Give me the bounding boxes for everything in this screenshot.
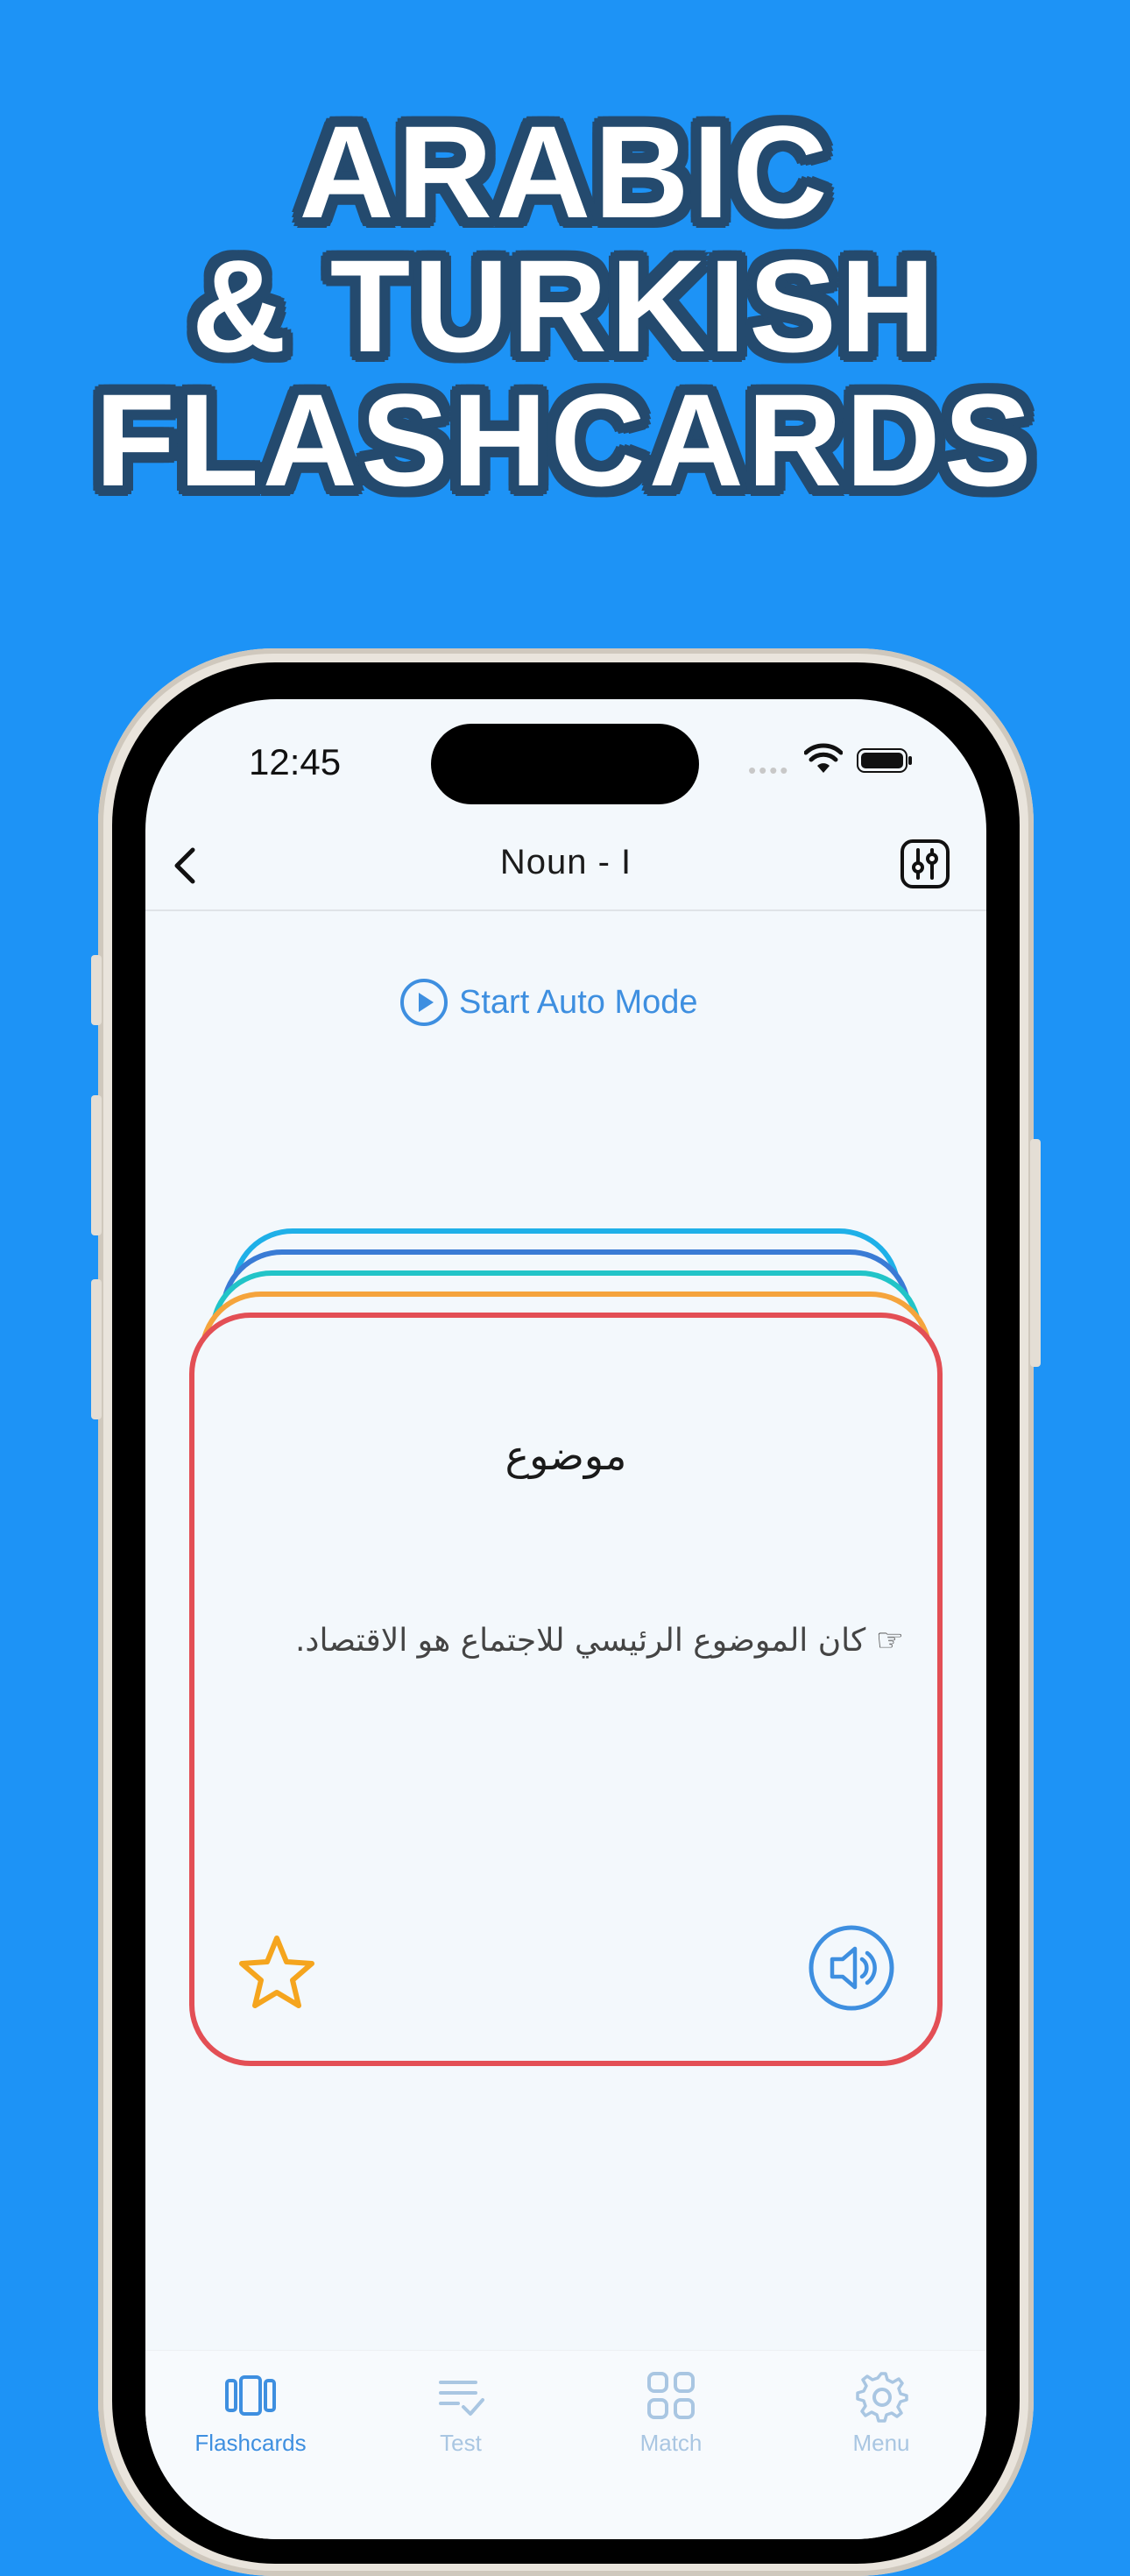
nav-bar: Noun - I bbox=[145, 822, 986, 911]
speaker-icon[interactable] bbox=[808, 1924, 895, 2012]
cards-icon bbox=[225, 2375, 276, 2416]
headline-line-3: FLASHCARDS bbox=[95, 366, 1035, 513]
phone-volume-down bbox=[91, 1279, 102, 1419]
tab-match[interactable]: Match bbox=[566, 2368, 776, 2457]
star-icon[interactable] bbox=[235, 1931, 319, 2015]
sliders-icon[interactable] bbox=[899, 838, 951, 890]
headline-line-1: ARABIC bbox=[299, 98, 831, 245]
gear-icon bbox=[856, 2372, 908, 2423]
signal-icon: •••• bbox=[748, 757, 791, 783]
page-title: Noun - I bbox=[499, 843, 632, 881]
wifi-icon bbox=[804, 743, 843, 773]
phone-power-button bbox=[1030, 1139, 1041, 1367]
start-auto-mode-button[interactable]: Start Auto Mode bbox=[399, 976, 698, 1029]
battery-icon bbox=[857, 748, 912, 773]
flashcard[interactable]: موضوع ☞ كان الموضوع الرئيسي للاجتماع هو … bbox=[189, 1313, 943, 2066]
phone-screen: 12:45 •••• Noun - I Start Auto Mode موضو… bbox=[145, 699, 986, 2539]
headline: ARABIC & TURKISH FLASHCARDS bbox=[0, 105, 1130, 507]
play-circle-icon bbox=[400, 979, 448, 1026]
card-word: موضوع bbox=[505, 1432, 627, 1479]
start-auto-mode-label: Start Auto Mode bbox=[459, 983, 698, 1021]
card-example-sentence: ☞ كان الموضوع الرئيسي للاجتماع هو الاقتص… bbox=[294, 1623, 904, 1659]
tab-label-menu: Menu bbox=[852, 2430, 910, 2456]
tab-test[interactable]: Test bbox=[356, 2368, 566, 2457]
status-time: 12:45 bbox=[249, 741, 342, 782]
phone-volume-up bbox=[91, 1095, 102, 1235]
headline-line-2: & TURKISH bbox=[191, 232, 939, 379]
checklist-icon bbox=[439, 2381, 484, 2416]
grid-icon bbox=[647, 2372, 695, 2419]
tab-flashcards[interactable]: Flashcards bbox=[145, 2368, 356, 2457]
tab-label-match: Match bbox=[639, 2430, 703, 2456]
phone-silent-switch bbox=[91, 955, 102, 1025]
tab-label-flashcards: Flashcards bbox=[194, 2430, 307, 2456]
tab-bar: Flashcards Test Match Menu bbox=[145, 2350, 986, 2539]
tab-menu[interactable]: Menu bbox=[776, 2368, 986, 2457]
tab-label-test: Test bbox=[440, 2430, 482, 2456]
dynamic-island bbox=[431, 724, 699, 804]
